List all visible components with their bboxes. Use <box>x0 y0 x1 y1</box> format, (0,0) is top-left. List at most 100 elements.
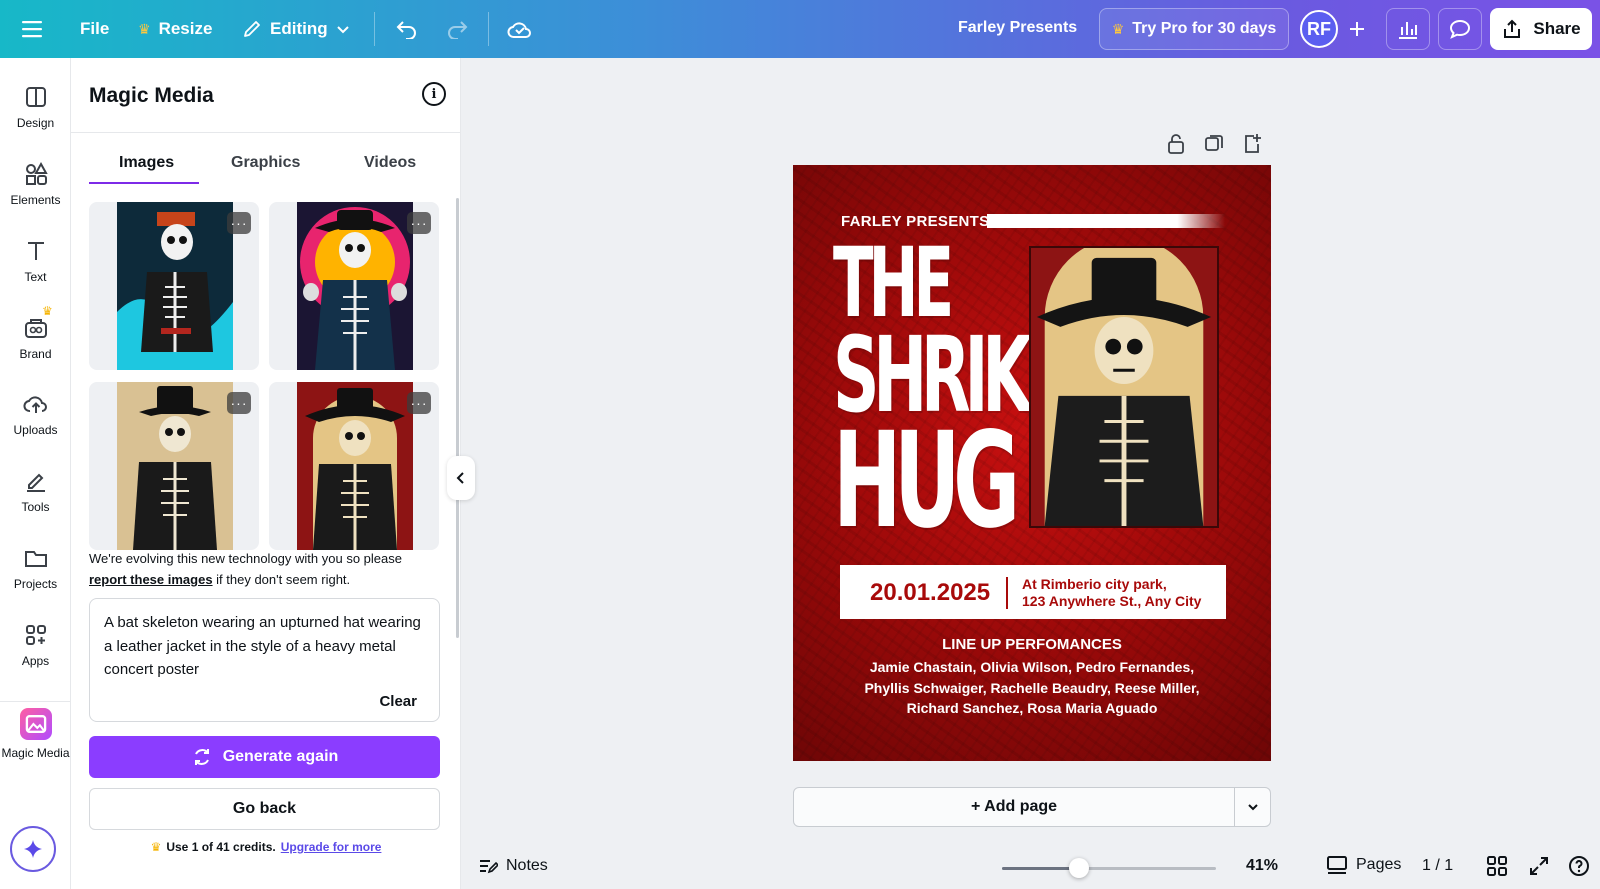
resize-button[interactable]: ♛ Resize <box>138 19 212 39</box>
tab-graphics[interactable]: Graphics <box>231 154 300 172</box>
zoom-level[interactable]: 41% <box>1246 857 1278 875</box>
panel-title: Magic Media <box>89 84 214 107</box>
side-rail: Design Elements Text Brand ♛ Uploads Too… <box>0 58 71 889</box>
undo-icon[interactable] <box>392 14 422 44</box>
avatar[interactable]: RF <box>1300 10 1338 48</box>
add-page-icon[interactable] <box>1242 133 1262 155</box>
fullscreen-icon[interactable] <box>1528 855 1550 877</box>
generated-image-3[interactable]: ··· <box>89 382 259 550</box>
more-options-button[interactable]: ··· <box>407 212 431 234</box>
rail-item-design[interactable]: Design <box>0 84 71 130</box>
rail-item-label: Tools <box>21 500 50 514</box>
rail-item-projects[interactable]: Projects <box>0 545 71 591</box>
chevron-left-icon <box>456 472 464 484</box>
insights-button[interactable] <box>1386 8 1430 50</box>
upgrade-link[interactable]: Upgrade for more <box>281 840 382 854</box>
skeleton-image <box>297 382 413 550</box>
rail-item-uploads[interactable]: Uploads <box>0 391 71 437</box>
generated-image-1[interactable]: ··· <box>89 202 259 370</box>
try-pro-button[interactable]: ♛ Try Pro for 30 days <box>1099 8 1289 50</box>
info-icon[interactable]: i <box>422 82 446 106</box>
collapse-panel-button[interactable] <box>447 456 475 500</box>
magic-media-panel: Magic Media i Images Graphics Videos ··· <box>71 58 461 889</box>
rail-item-label: Projects <box>13 577 58 591</box>
zoom-slider[interactable] <box>1002 858 1216 878</box>
poster-date-divider <box>1006 577 1008 609</box>
rail-item-brand[interactable]: Brand <box>0 315 71 361</box>
generated-image-2[interactable]: ··· <box>269 202 439 370</box>
comment-icon <box>1449 19 1471 39</box>
toolbar-divider <box>374 12 375 46</box>
report-images-link[interactable]: report these images <box>89 572 213 587</box>
rail-item-text[interactable]: Text <box>0 238 71 284</box>
tab-videos[interactable]: Videos <box>364 154 416 172</box>
crown-icon: ♛ <box>138 20 151 37</box>
pages-button[interactable]: Pages <box>1326 855 1401 875</box>
poster-location-line: 123 Anywhere St., Any City <box>1022 593 1202 609</box>
poster-location: At Rimberio city park, 123 Anywhere St.,… <box>1022 576 1201 610</box>
rail-item-label: Text <box>24 270 47 284</box>
crown-icon: ♛ <box>150 840 162 854</box>
refresh-icon <box>194 749 209 765</box>
share-icon <box>1504 19 1521 38</box>
chevron-down-icon <box>336 26 349 34</box>
text-icon <box>27 242 44 260</box>
rail-item-elements[interactable]: Elements <box>0 161 71 207</box>
menu-icon[interactable] <box>18 14 48 44</box>
rail-item-tools[interactable]: Tools <box>0 468 71 514</box>
comments-button[interactable] <box>1438 8 1482 50</box>
skeleton-image <box>297 202 413 370</box>
add-page-button[interactable]: + Add page <box>794 798 1234 816</box>
rail-item-label: Elements <box>10 193 61 207</box>
duplicate-icon[interactable] <box>1204 133 1224 155</box>
panel-divider <box>71 132 461 133</box>
rail-item-label: Magic Media <box>1 746 70 760</box>
poster-names-line: Richard Sanchez, Rosa Maria Aguado <box>906 700 1158 716</box>
poster-date: 20.01.2025 <box>870 579 991 606</box>
cloud-saved-icon[interactable] <box>505 14 535 44</box>
editing-mode-dropdown[interactable]: Editing <box>242 19 350 39</box>
rail-item-label: Brand <box>19 347 52 361</box>
project-title[interactable]: Farley Presents <box>958 19 1077 37</box>
elements-icon <box>25 161 48 185</box>
active-tab-indicator <box>89 182 199 184</box>
top-toolbar: File ♛ Resize Editing Farley Presents ♛ … <box>0 0 1600 58</box>
poster-lineup-names: Jamie Chastain, Olivia Wilson, Pedro Fer… <box>793 657 1271 719</box>
add-collaborator-icon[interactable] <box>1342 14 1372 44</box>
more-options-button[interactable]: ··· <box>407 392 431 414</box>
go-back-button[interactable]: Go back <box>89 788 440 830</box>
skeleton-image <box>117 202 233 370</box>
more-options-button[interactable]: ··· <box>227 212 251 234</box>
rail-item-magic-media[interactable]: Magic Media <box>0 708 71 760</box>
rail-item-label: Design <box>16 116 55 130</box>
pencil-icon <box>244 21 260 37</box>
prompt-input[interactable]: A bat skeleton wearing an upturned hat w… <box>89 598 440 722</box>
rail-divider <box>0 701 71 702</box>
share-button[interactable]: Share <box>1490 8 1592 50</box>
clear-button[interactable]: Clear <box>379 690 417 714</box>
notes-label: Notes <box>506 857 548 874</box>
notes-button[interactable]: Notes <box>478 857 548 875</box>
zoom-slider-handle[interactable] <box>1069 858 1090 878</box>
tab-images[interactable]: Images <box>119 154 174 172</box>
rail-item-apps[interactable]: Apps <box>0 622 71 668</box>
more-options-button[interactable]: ··· <box>227 392 251 414</box>
editing-label: Editing <box>270 19 328 38</box>
rail-item-label: Apps <box>21 654 50 668</box>
generate-again-button[interactable]: Generate again <box>89 736 440 778</box>
generated-image-4[interactable]: ··· <box>269 382 439 550</box>
poster-canvas[interactable]: FARLEY PRESENTS THE SHRIKE HUG 20.01.202… <box>793 165 1271 761</box>
add-page-options[interactable] <box>1234 788 1270 826</box>
poster-location-line: At Rimberio city park, <box>1022 576 1167 592</box>
file-menu[interactable]: File <box>80 19 109 39</box>
crown-icon: ♛ <box>1111 20 1125 37</box>
resize-label: Resize <box>158 19 213 38</box>
grid-view-icon[interactable] <box>1486 855 1508 877</box>
page-tools <box>1166 133 1262 155</box>
help-icon[interactable] <box>1568 855 1590 877</box>
redo-icon[interactable] <box>442 14 472 44</box>
lock-icon[interactable] <box>1166 133 1186 155</box>
magic-assistant-button[interactable] <box>10 826 56 872</box>
poster-names-line: Jamie Chastain, Olivia Wilson, Pedro Fer… <box>869 659 1195 675</box>
panel-scrollbar[interactable] <box>456 198 459 638</box>
